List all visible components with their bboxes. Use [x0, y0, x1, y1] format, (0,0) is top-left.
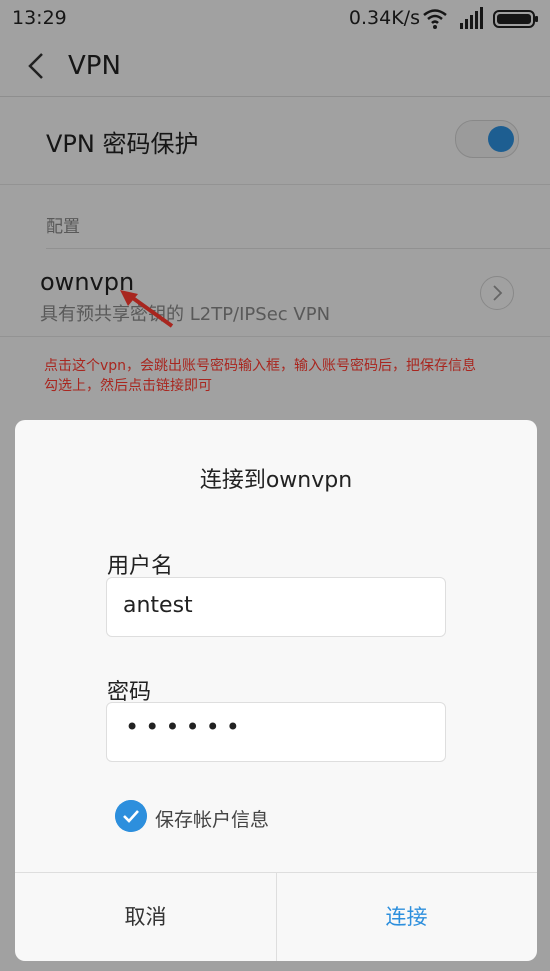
connect-button[interactable]: 连接 [276, 873, 537, 961]
dialog-title: 连接到ownvpn [199, 468, 353, 493]
password-input[interactable]: •••••• [106, 702, 446, 762]
cancel-button[interactable]: 取消 [15, 873, 277, 961]
password-value: •••••• [125, 713, 246, 741]
checkmark-icon[interactable] [115, 800, 147, 832]
username-value: antest [123, 593, 193, 618]
vpn-connect-dialog: 连接到ownvpn 用户名 antest 密码 •••••• 保存帐户信息 取消… [15, 420, 537, 961]
username-label: 用户名 [107, 554, 174, 579]
save-account-checkbox-row[interactable]: 保存帐户信息 [115, 800, 375, 834]
username-input[interactable]: antest [106, 577, 446, 637]
save-account-label: 保存帐户信息 [155, 809, 270, 831]
dialog-button-bar: 取消 连接 [15, 872, 537, 961]
